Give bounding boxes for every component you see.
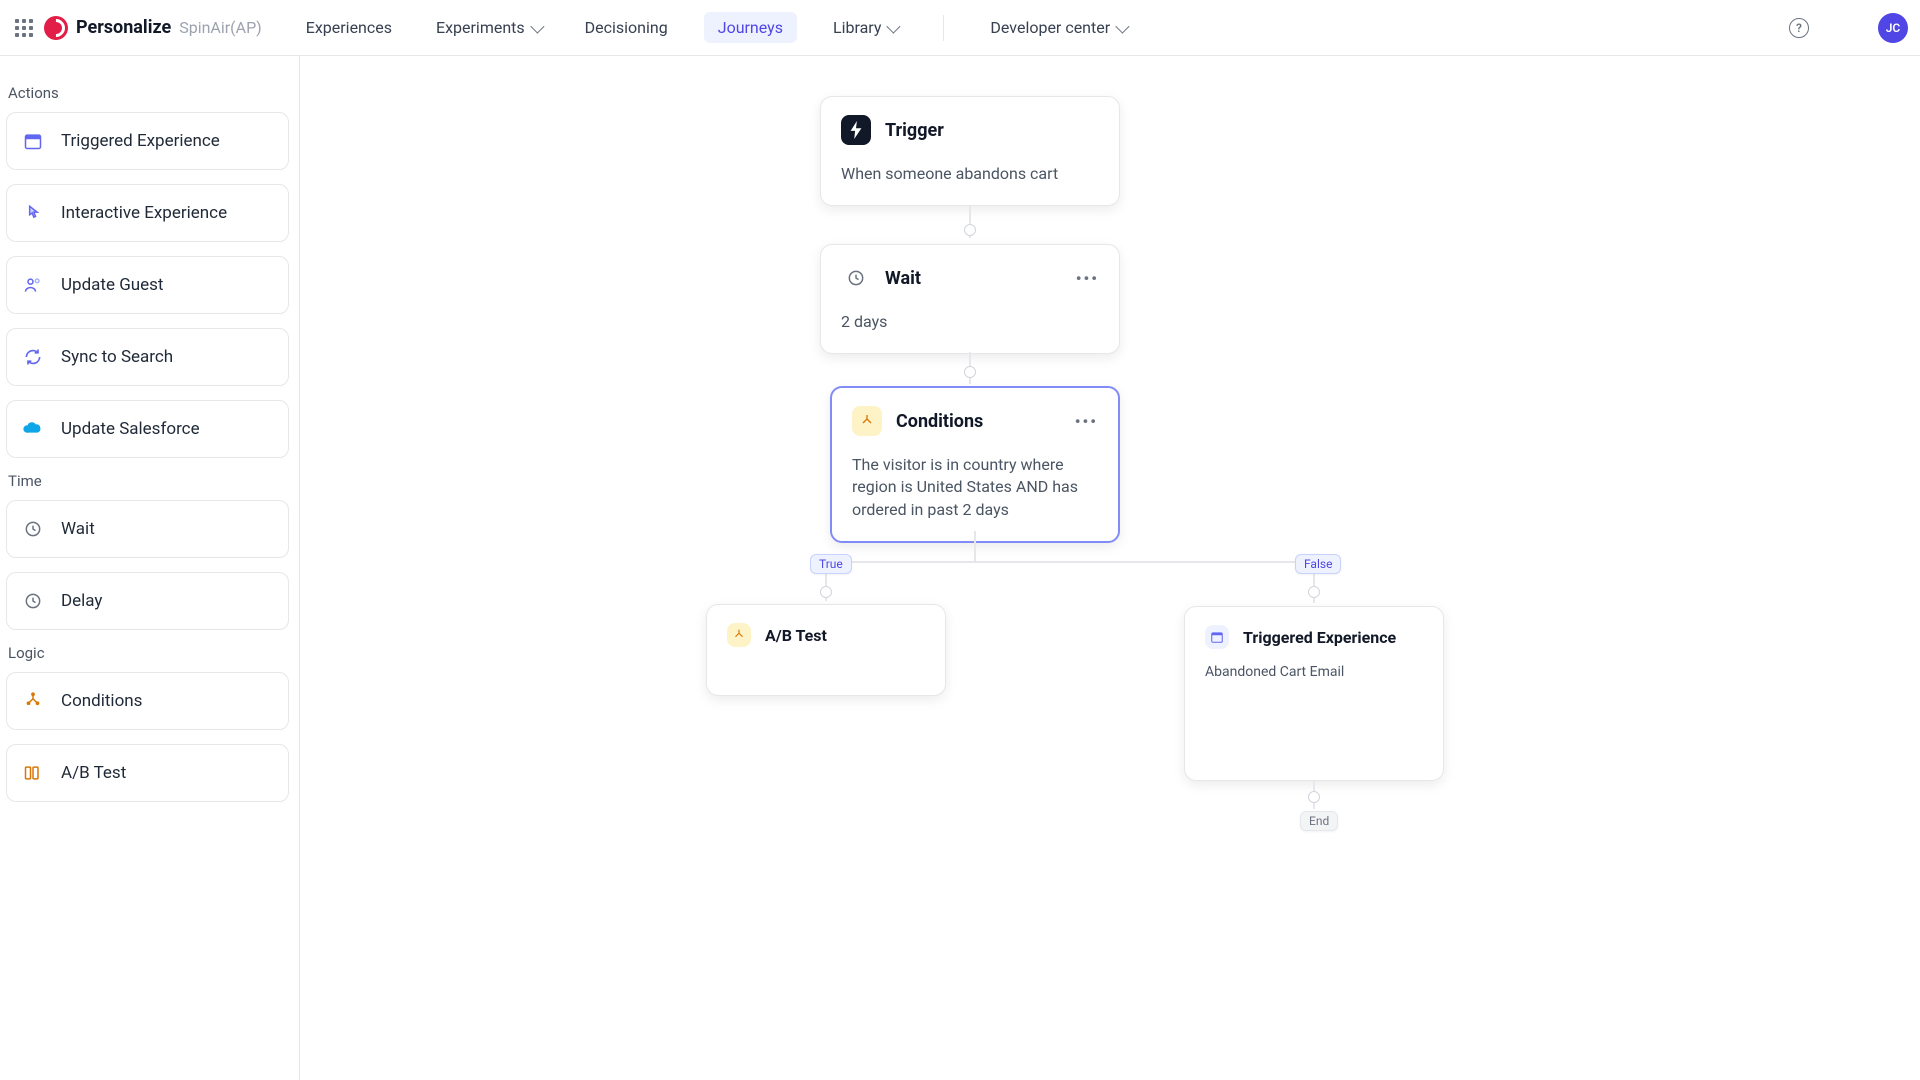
sidebar-item-update-guest[interactable]: Update Guest: [6, 256, 289, 314]
sidebar-item-conditions[interactable]: Conditions: [6, 672, 289, 730]
apps-grid-icon[interactable]: [12, 16, 36, 40]
sidebar-item-label: Sync to Search: [61, 347, 173, 367]
branch-end-badge: End: [1300, 811, 1338, 831]
nav-library[interactable]: Library: [825, 12, 905, 43]
chevron-down-icon: [1115, 19, 1129, 33]
sidebar-item-sync-to-search[interactable]: Sync to Search: [6, 328, 289, 386]
node-more-button[interactable]: •••: [1075, 412, 1098, 431]
node-title: Wait: [885, 268, 921, 289]
help-button[interactable]: ?: [1786, 15, 1812, 41]
nav-label: Library: [833, 18, 881, 37]
chevron-down-icon: [530, 19, 544, 33]
node-conditions[interactable]: Conditions ••• The visitor is in country…: [830, 386, 1120, 543]
settings-button[interactable]: [1832, 15, 1858, 41]
avatar[interactable]: JC: [1878, 13, 1908, 43]
chevron-down-icon: [887, 19, 901, 33]
edge: [825, 561, 1315, 563]
journey-canvas[interactable]: Trigger When someone abandons cart Wait …: [300, 56, 1920, 1080]
nav-label: Experiences: [306, 18, 392, 37]
sidebar-item-label: Delay: [61, 591, 102, 611]
sidebar-item-label: Interactive Experience: [61, 203, 227, 223]
nav-label: Experiments: [436, 18, 525, 37]
node-ab-test[interactable]: A/B Test: [706, 604, 946, 696]
primary-nav: Experiences Experiments Decisioning Jour…: [298, 12, 1134, 43]
branch-false-badge: False: [1295, 554, 1341, 574]
sidebar-item-ab-test[interactable]: A/B Test: [6, 744, 289, 802]
nav-label: Developer center: [990, 18, 1110, 37]
branch-true-badge: True: [810, 554, 852, 574]
edge-handle[interactable]: [964, 366, 976, 378]
node-triggered-experience[interactable]: Triggered Experience Abandoned Cart Emai…: [1184, 606, 1444, 781]
calendar-icon: [1205, 625, 1229, 649]
branch-icon: [727, 623, 751, 647]
node-body: When someone abandons cart: [841, 163, 1099, 185]
sidebar-item-label: Update Salesforce: [61, 419, 200, 439]
sidebar-item-label: A/B Test: [61, 763, 126, 783]
top-nav: Personalize SpinAir(AP) Experiences Expe…: [0, 0, 1920, 56]
nav-label: Decisioning: [585, 18, 668, 37]
nav-decisioning[interactable]: Decisioning: [577, 12, 676, 43]
node-wait[interactable]: Wait ••• 2 days: [820, 244, 1120, 354]
node-title: Trigger: [885, 120, 944, 141]
nav-experiments[interactable]: Experiments: [428, 12, 549, 43]
brand-title: Personalize: [76, 17, 171, 38]
user-icon: [21, 273, 45, 297]
sidebar-item-update-salesforce[interactable]: Update Salesforce: [6, 400, 289, 458]
nav-experiences[interactable]: Experiences: [298, 12, 400, 43]
calendar-icon: [21, 129, 45, 153]
nav-journeys[interactable]: Journeys: [704, 12, 797, 43]
clock-icon: [841, 263, 871, 293]
edge-handle[interactable]: [820, 586, 832, 598]
nav-separator: [943, 15, 944, 41]
ab-test-icon: [21, 761, 45, 785]
node-title: Conditions: [896, 411, 983, 432]
sidebar-item-triggered-experience[interactable]: Triggered Experience: [6, 112, 289, 170]
sidebar-group-logic: Logic: [8, 644, 299, 662]
help-icon: ?: [1789, 18, 1809, 38]
topnav-right: ? JC: [1786, 13, 1908, 43]
nav-developer-center[interactable]: Developer center: [982, 12, 1134, 43]
bolt-icon: [841, 115, 871, 145]
branch-icon: [21, 689, 45, 713]
nav-label: Journeys: [718, 18, 783, 37]
avatar-initials: JC: [1886, 21, 1901, 35]
sync-icon: [21, 345, 45, 369]
branch-icon: [852, 406, 882, 436]
node-body: The visitor is in country where region i…: [852, 454, 1098, 521]
sidebar-item-wait[interactable]: Wait: [6, 500, 289, 558]
edge-handle[interactable]: [964, 224, 976, 236]
brand-logo-icon: [44, 16, 68, 40]
sidebar-item-interactive-experience[interactable]: Interactive Experience: [6, 184, 289, 242]
brand[interactable]: Personalize SpinAir(AP): [44, 16, 262, 40]
node-title: Triggered Experience: [1243, 628, 1396, 647]
node-title: A/B Test: [765, 626, 827, 645]
clock-icon: [21, 589, 45, 613]
sidebar-group-time: Time: [8, 472, 299, 490]
salesforce-icon: [21, 417, 45, 441]
edge: [974, 531, 976, 561]
pointer-icon: [21, 201, 45, 225]
sidebar-item-label: Conditions: [61, 691, 142, 711]
main: Actions Triggered Experience Interactive…: [0, 56, 1920, 1080]
sidebar-group-actions: Actions: [8, 84, 299, 102]
node-body: 2 days: [841, 311, 1099, 333]
sidebar: Actions Triggered Experience Interactive…: [0, 56, 300, 1080]
edge-handle[interactable]: [1308, 791, 1320, 803]
sidebar-item-delay[interactable]: Delay: [6, 572, 289, 630]
clock-icon: [21, 517, 45, 541]
sidebar-item-label: Triggered Experience: [61, 131, 220, 151]
sidebar-item-label: Update Guest: [61, 275, 164, 295]
brand-subtitle: SpinAir(AP): [179, 18, 262, 37]
node-trigger[interactable]: Trigger When someone abandons cart: [820, 96, 1120, 206]
edge-handle[interactable]: [1308, 586, 1320, 598]
node-body: Abandoned Cart Email: [1205, 663, 1423, 683]
sidebar-item-label: Wait: [61, 519, 95, 539]
node-more-button[interactable]: •••: [1076, 269, 1099, 288]
